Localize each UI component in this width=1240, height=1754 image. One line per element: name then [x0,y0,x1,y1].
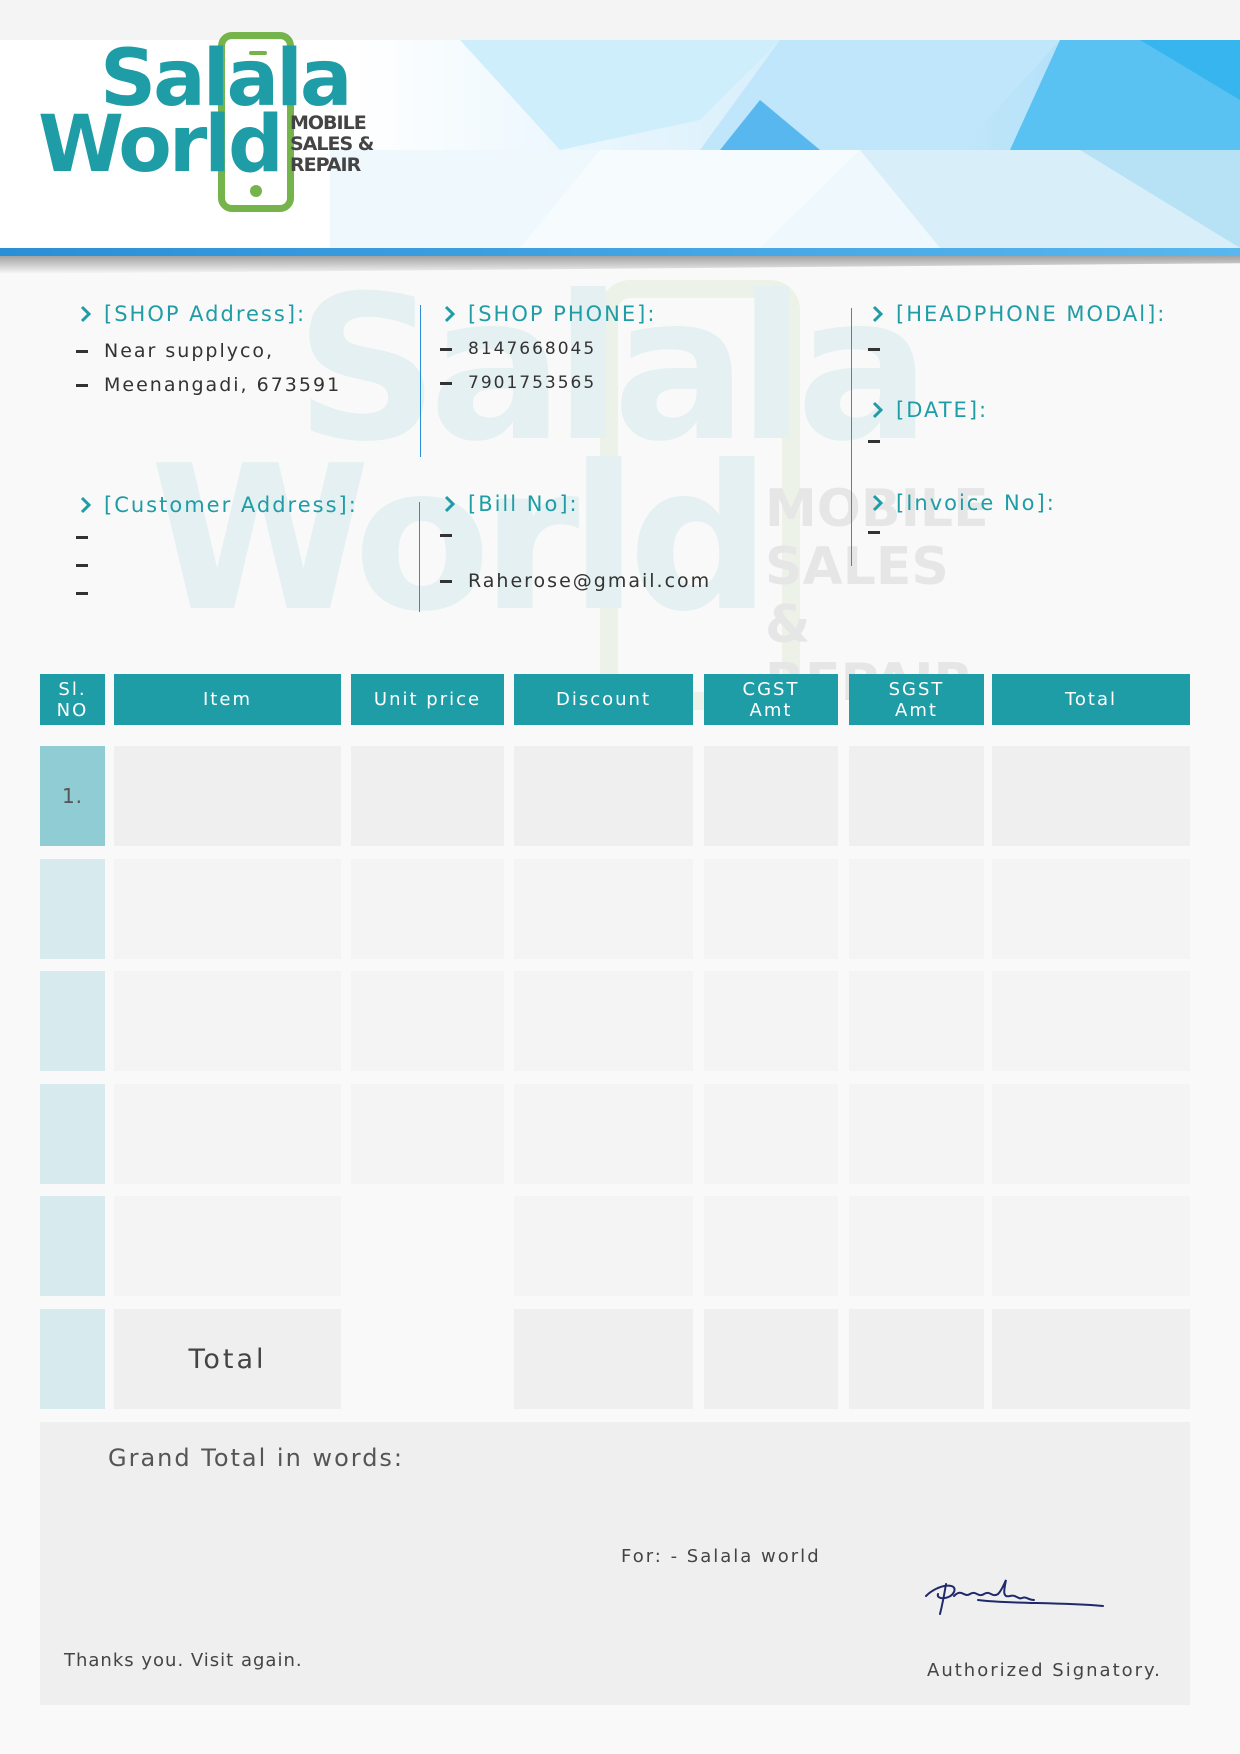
cgst-cell [704,1084,838,1184]
col-header-cgst: CGST Amt [704,674,838,725]
bill-no-block: [Bill No]: Raherose@gmail.com [440,490,711,598]
chevron-right-icon [80,305,92,323]
invoice-no-block: [Invoice No]: [868,489,1056,547]
sl-no-cell [40,1084,105,1184]
cgst-cell [704,859,838,959]
customer-address-heading: [Customer Address]: [104,493,358,517]
unit-price-cell [351,971,504,1071]
unit-price-cell [351,746,504,846]
chevron-right-icon [872,494,884,512]
cgst-cell [704,971,838,1071]
sgst-cell [849,859,984,959]
col-header-item: Item [114,674,341,725]
col-header-sl-no: Sl. NO [40,674,105,725]
sl-no-cell [40,971,105,1071]
bill-no-heading: [Bill No]: [468,492,579,516]
chevron-right-icon [444,495,456,513]
shop-phone-2: 7901753565 [468,373,597,393]
col-header-discount: Discount [514,674,693,725]
date-heading: [DATE]: [896,398,989,422]
logo-tagline: MOBILE SALES & REPAIR [290,112,374,176]
header-divider [0,248,1240,256]
shop-email: Raherose@gmail.com [468,570,712,592]
authorized-signatory-label: Authorized Signatory. [927,1660,1162,1681]
for-company-label: For: - Salala world [621,1546,821,1567]
unit-price-cell [351,859,504,959]
customer-address-block: [Customer Address]: [76,491,358,607]
item-cell [114,971,341,1071]
sl-no-cell: 1. [40,746,105,846]
invoice-no-heading: [Invoice No]: [896,491,1056,515]
header-divider-shadow [0,256,1240,274]
signature-image [925,1579,1104,1615]
item-cell [114,746,341,846]
col-header-unit-price: Unit price [351,674,504,725]
total-cell [992,746,1190,846]
col-header-total: Total [992,674,1190,725]
company-logo: Salala World MOBILE SALES & REPAIR [38,28,398,224]
column-divider [419,502,420,612]
chevron-right-icon [444,305,456,323]
total-cell [992,971,1190,1071]
column-divider [851,308,852,566]
item-cell [114,1084,341,1184]
grand-total-in-words-label: Grand Total in words: [108,1444,405,1472]
total-cgst-cell [704,1309,838,1409]
sl-no-cell [40,1196,105,1296]
discount-cell [514,746,693,846]
cgst-cell [704,746,838,846]
item-cell [114,1196,341,1296]
discount-cell [514,971,693,1071]
total-discount-cell [514,1309,693,1409]
discount-cell [514,1196,693,1296]
sgst-cell [849,1196,984,1296]
shop-phone-block: [SHOP PHONE]: 8147668045 7901753565 [440,300,656,400]
sgst-cell [849,1084,984,1184]
shop-phone-heading: [SHOP PHONE]: [468,302,657,326]
logo-word-2: World [38,100,284,190]
headphone-model-block: [HEADPHONE MODAl]: [868,300,1166,366]
sgst-cell [849,971,984,1071]
total-cell [992,1196,1190,1296]
chevron-right-icon [80,496,92,514]
thanks-message: Thanks you. Visit again. [64,1650,303,1671]
invoice-footer: Grand Total in words: For: - Salala worl… [40,1422,1190,1705]
unit-price-cell [351,1084,504,1184]
total-sgst-cell [849,1309,984,1409]
shop-address-block: [SHOP Address]: Near supplyco, Meenangad… [76,300,341,402]
cgst-cell [704,1196,838,1296]
shop-address-line-2: Meenangadi, 673591 [104,374,342,396]
item-cell [114,859,341,959]
total-row-sl [40,1309,105,1409]
column-divider [420,305,421,457]
sgst-cell [849,746,984,846]
headphone-model-heading: [HEADPHONE MODAl]: [896,302,1167,326]
total-cell [992,859,1190,959]
sl-no-cell [40,859,105,959]
discount-cell [514,859,693,959]
col-header-sgst: SGST Amt [849,674,984,725]
total-cell [992,1084,1190,1184]
chevron-right-icon [872,305,884,323]
discount-cell [514,1084,693,1184]
chevron-right-icon [872,401,884,419]
shop-address-heading: [SHOP Address]: [104,302,307,326]
date-block: [DATE]: [868,396,988,458]
shop-address-line-1: Near supplyco, [104,340,275,362]
grand-total-cell [992,1309,1190,1409]
total-label: Total [114,1309,341,1409]
shop-phone-1: 8147668045 [468,339,597,359]
